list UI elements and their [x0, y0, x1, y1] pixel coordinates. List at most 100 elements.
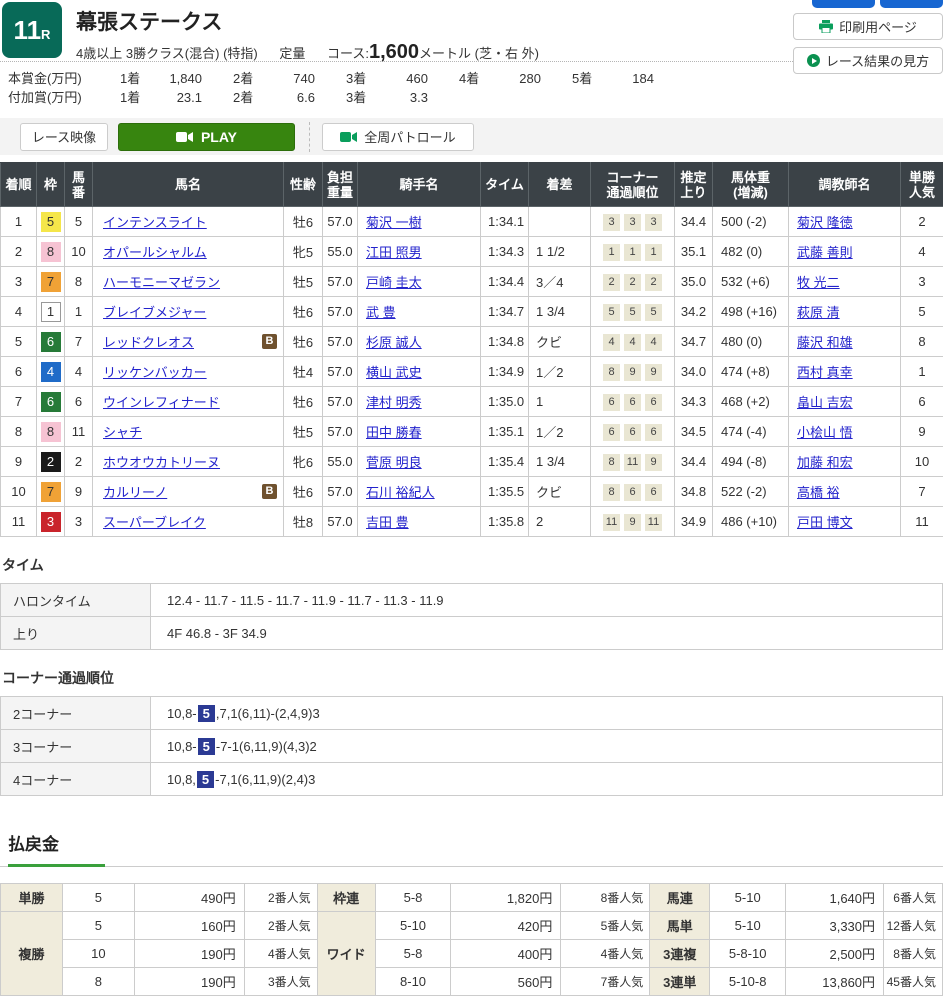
corner-position-box: 8	[603, 364, 620, 381]
jockey-link[interactable]: 田中 勝春	[366, 425, 422, 440]
prize-pair: 5着184	[572, 69, 685, 88]
finish-position: 1	[1, 207, 37, 237]
trainer-link[interactable]: 藤沢 和雄	[797, 335, 853, 350]
trainer-link[interactable]: 加藤 和宏	[797, 455, 853, 470]
horse-name-link[interactable]: ホウオウカトリーヌ	[103, 455, 220, 470]
trainer-link[interactable]: 牧 光二	[797, 275, 840, 290]
win-popularity: 8	[901, 327, 943, 357]
race-video-button[interactable]: レース映像	[20, 123, 108, 151]
horse-name-link[interactable]: シャチ	[103, 425, 142, 440]
sex-age: 牡5	[284, 267, 323, 297]
jockey-link[interactable]: 津村 明秀	[366, 395, 422, 410]
trainer-link[interactable]: 畠山 吉宏	[797, 395, 853, 410]
corner-position-box: 3	[624, 214, 641, 231]
corner-section-title: コーナー通過順位	[2, 668, 943, 688]
margin: 1／2	[529, 357, 591, 387]
payout-amount: 400円	[451, 940, 561, 968]
horse-name-link[interactable]: リッケンバッカー	[103, 365, 207, 380]
blinker-badge: B	[262, 334, 277, 349]
horse-name-link[interactable]: ブレイブメジャー	[103, 305, 206, 320]
prize-rank: 5着	[572, 69, 606, 88]
trainer-link[interactable]: 戸田 博文	[797, 515, 853, 530]
jockey-link[interactable]: 菊沢 一樹	[366, 215, 422, 230]
trainer-link[interactable]: 小桧山 悟	[797, 425, 853, 440]
trainer-link[interactable]: 西村 真幸	[797, 365, 853, 380]
jockey-link[interactable]: 武 豊	[366, 305, 396, 320]
horse-name-link[interactable]: インテンスライト	[103, 215, 207, 230]
column-header-corner-order: コーナー 通過順位	[591, 163, 675, 207]
main-prize-label: 本賞金(万円)	[8, 69, 120, 88]
corner-position-box: 5	[603, 304, 620, 321]
jockey-link[interactable]: 吉田 豊	[366, 515, 409, 530]
bet-type-label: ワイド	[317, 912, 375, 996]
trainer-link[interactable]: 菊沢 隆徳	[797, 215, 853, 230]
corner-position-box: 6	[603, 424, 620, 441]
race-number-suffix: R	[41, 27, 50, 42]
bet-type-label: 馬連	[650, 884, 710, 912]
trainer-cell: 菊沢 隆徳	[789, 207, 901, 237]
frame-number-badge: 1	[41, 302, 61, 322]
horse-weight: 482 (0)	[713, 237, 789, 267]
trainer-link[interactable]: 萩原 清	[797, 305, 840, 320]
play-button[interactable]: PLAY	[118, 123, 295, 151]
column-header-sex-age: 性齢	[284, 163, 323, 207]
table-row: 3コーナー 10,8-5-7-1(6,11,9)(4,3)2	[1, 730, 943, 763]
column-header-horse-weight: 馬体重 (増減)	[713, 163, 789, 207]
finish-time: 1:34.8	[481, 327, 529, 357]
sex-age: 牝6	[284, 447, 323, 477]
column-header-jockey: 騎手名	[358, 163, 481, 207]
horse-name-link[interactable]: ウインレフィナード	[103, 395, 220, 410]
main-prize-values: 1着1,8402着7403着4604着2805着184	[120, 69, 685, 88]
finish-position: 2	[1, 237, 37, 267]
corner-order-text: -7-1(6,11,9)(4,3)2	[216, 739, 317, 754]
last-3f: 34.3	[675, 387, 713, 417]
sex-age: 牡8	[284, 507, 323, 537]
print-page-label: 印刷用ページ	[839, 17, 917, 36]
trainer-link[interactable]: 高橋 裕	[797, 485, 840, 500]
sex-age: 牡6	[284, 207, 323, 237]
prize-pair: 2着6.6	[233, 88, 346, 107]
corner-order-cell: 555	[591, 297, 675, 327]
trainer-cell: 高橋 裕	[789, 477, 901, 507]
payout-row: 複勝5160円2番人気	[1, 912, 318, 940]
horse-name-link[interactable]: カルリーノ	[103, 485, 167, 500]
finish-position: 11	[1, 507, 37, 537]
frame-cell: 6	[37, 387, 65, 417]
payout-popularity: 4番人気	[561, 940, 650, 968]
trainer-link[interactable]: 武藤 善則	[797, 245, 853, 260]
corner-order-text: ,7,1(6,11)-(2,4,9)3	[216, 706, 320, 721]
payout-combination: 5	[62, 884, 134, 912]
jockey-link[interactable]: 横山 武史	[366, 365, 422, 380]
jockey-link[interactable]: 戸崎 圭太	[366, 275, 422, 290]
finish-position: 6	[1, 357, 37, 387]
horse-name-link[interactable]: レッドクレオス	[103, 335, 194, 350]
last-3f: 35.0	[675, 267, 713, 297]
horse-name-link[interactable]: ハーモニーマゼラン	[103, 275, 220, 290]
print-page-button[interactable]: 印刷用ページ	[793, 13, 943, 40]
result-row: 1079カルリーノB牡657.0石川 裕紀人1:35.5クビ86634.8522…	[1, 477, 943, 507]
corner-position-box: 5	[645, 304, 662, 321]
bet-type-label: 単勝	[1, 884, 63, 912]
horse-name-link[interactable]: オパールシャルム	[103, 245, 207, 260]
payout-combination: 5-8-10	[710, 940, 786, 968]
prize-pair: 4着280	[459, 69, 572, 88]
results-header-row: 着順枠馬 番馬名性齢負担 重量騎手名タイム着差コーナー 通過順位推定 上り馬体重…	[1, 163, 943, 207]
result-guide-button[interactable]: レース結果の見方	[793, 47, 943, 74]
corner-position-box: 2	[603, 274, 620, 291]
corner-order-cell: 666	[591, 387, 675, 417]
corner-position-box: 6	[624, 484, 641, 501]
horse-name-link[interactable]: スーパーブレイク	[103, 515, 206, 530]
jockey-link[interactable]: 江田 照男	[366, 245, 422, 260]
result-row: 644リッケンバッカー牡457.0横山 武史1:34.91／289934.047…	[1, 357, 943, 387]
corner-order-cell: 333	[591, 207, 675, 237]
patrol-video-button[interactable]: 全周パトロール	[322, 123, 474, 151]
payout-table-1: 単勝5490円2番人気複勝5160円2番人気10190円4番人気8190円3番人…	[0, 883, 318, 996]
top-blue-button-2[interactable]	[880, 0, 943, 8]
payout-amount: 1,820円	[451, 884, 561, 912]
jockey-link[interactable]: 杉原 誠人	[366, 335, 422, 350]
jockey-link[interactable]: 石川 裕紀人	[366, 485, 435, 500]
jockey-link[interactable]: 菅原 明良	[366, 455, 422, 470]
finish-time: 1:35.5	[481, 477, 529, 507]
top-blue-button-1[interactable]	[812, 0, 875, 8]
carried-weight: 57.0	[323, 417, 358, 447]
